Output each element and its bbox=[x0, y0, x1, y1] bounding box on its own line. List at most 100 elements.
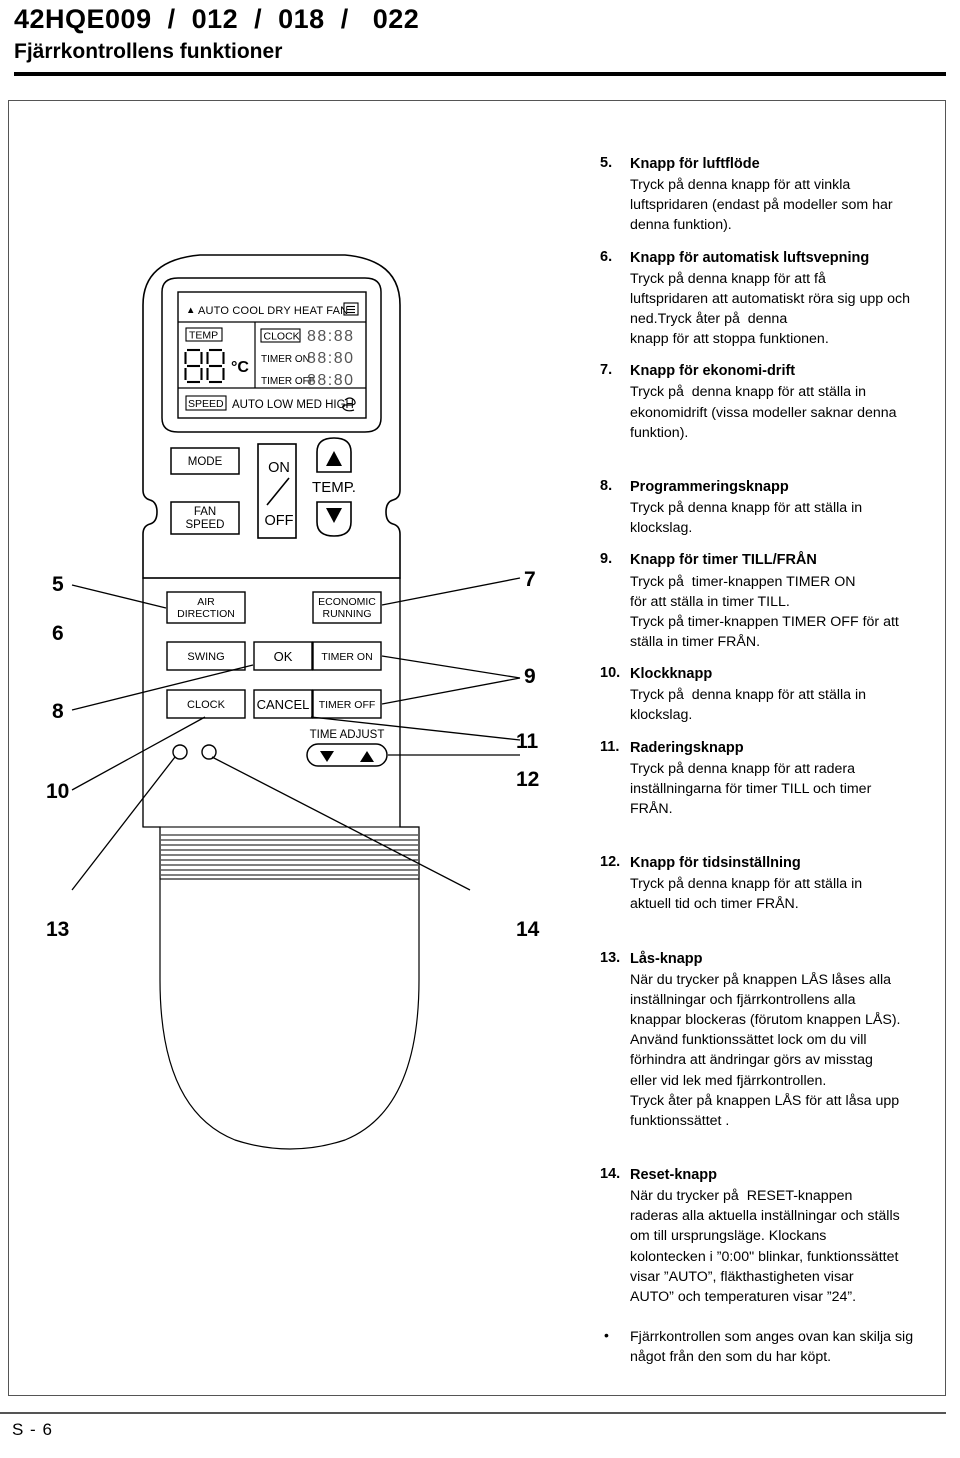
item-body: Tryck på denna knapp för att radera inst… bbox=[630, 760, 872, 817]
bullet-glyph: • bbox=[604, 1327, 609, 1344]
reset-round-button-shape bbox=[201, 744, 217, 760]
temp-up-arrow bbox=[326, 451, 342, 466]
item-title: Knapp för ekonomi-drift bbox=[630, 363, 796, 380]
svg-text:TIMER OFF: TIMER OFF bbox=[319, 699, 376, 711]
svg-text:ECONOMIC: ECONOMIC bbox=[318, 596, 376, 608]
svg-text:TIMER ON: TIMER ON bbox=[321, 651, 372, 663]
item-title: Programmeringsknapp bbox=[630, 478, 789, 495]
item-body: När du trycker på knappen LÅS låses alla… bbox=[630, 971, 901, 1129]
callout-5: 5 bbox=[52, 573, 64, 596]
callout-12: 12 bbox=[516, 768, 540, 791]
svg-text:TEMP: TEMP bbox=[189, 330, 218, 342]
item-body: Tryck på denna knapp för att vinkla luft… bbox=[630, 177, 893, 234]
svg-text:SWING: SWING bbox=[187, 651, 224, 663]
lcd-clock-value: 88:88 bbox=[307, 328, 355, 345]
item-number: 12. bbox=[600, 854, 621, 871]
description-item-13: 13. Lås-knapp När du trycker på knappen … bbox=[600, 950, 946, 1131]
manual-page: 42HQE009 / 012 / 018 / 022 Fjärrkontroll… bbox=[0, 0, 960, 1458]
item-number: 9. bbox=[600, 551, 613, 568]
item-title: Reset-knapp bbox=[630, 1166, 718, 1183]
callout-leader-lines bbox=[71, 577, 521, 891]
mode-button-label: MODE bbox=[188, 456, 223, 468]
svg-text:CLOCK: CLOCK bbox=[264, 331, 300, 343]
svg-text:SPEED: SPEED bbox=[188, 398, 224, 410]
description-item-6: 6. Knapp för automatisk luftsvepning Try… bbox=[600, 249, 946, 350]
callout-6: 6 bbox=[52, 622, 64, 645]
time-adjust-up-arrow bbox=[360, 751, 374, 762]
item-body: När du trycker på RESET-knappen raderas … bbox=[630, 1188, 900, 1305]
svg-text:DIRECTION: DIRECTION bbox=[177, 608, 235, 620]
callout-7: 7 bbox=[524, 568, 536, 591]
description-item-14: 14. Reset-knapp När du trycker på RESET-… bbox=[600, 1166, 946, 1307]
time-adjust-shape bbox=[306, 743, 388, 767]
lcd-timer-off-value: 88:80 bbox=[307, 372, 355, 389]
item-number: 10. bbox=[600, 665, 621, 682]
lcd-clock-label-box: CLOCK bbox=[260, 328, 301, 343]
description-item-12: 12. Knapp för tidsinställning Tryck på d… bbox=[600, 854, 946, 914]
lcd-speed-label-box: SPEED bbox=[185, 395, 227, 411]
svg-text:RUNNING: RUNNING bbox=[323, 608, 372, 620]
callout-10: 10 bbox=[46, 780, 70, 803]
item-title: Knapp för tidsinställning bbox=[630, 855, 801, 872]
callout-13: 13 bbox=[46, 918, 70, 941]
description-item-11: 11. Raderingsknapp Tryck på denna knapp … bbox=[600, 739, 946, 820]
item-title: Lås-knapp bbox=[630, 950, 703, 967]
item-body: Tryck på timer-knappen TIMER ON för att … bbox=[630, 573, 899, 650]
page-model-title: 42HQE009 / 012 / 018 / 022 bbox=[14, 4, 420, 34]
footer-divider bbox=[0, 1412, 946, 1415]
item-body: Tryck på denna knapp för att ställa in e… bbox=[630, 384, 897, 441]
item-title: Knapp för automatisk luftsvepning bbox=[630, 249, 870, 266]
item-title: Klockknapp bbox=[630, 666, 713, 683]
description-item-9: 9. Knapp för timer TILL/FRÅN Tryck på ti… bbox=[600, 551, 946, 652]
item-number: 6. bbox=[600, 248, 613, 265]
page-title: Fjärrkontrollens funktioner bbox=[14, 40, 283, 63]
description-item-5: 5. Knapp för luftflöde Tryck på denna kn… bbox=[600, 155, 946, 236]
item-title: Raderingsknapp bbox=[630, 739, 744, 756]
lcd-mode-list: AUTO COOL DRY HEAT FAN bbox=[198, 305, 348, 317]
item-body: Tryck på denna knapp för att ställa in k… bbox=[630, 687, 867, 724]
page-number: S - 6 bbox=[12, 1420, 53, 1439]
svg-text:ON: ON bbox=[268, 460, 290, 476]
descriptions-column: 5. Knapp för luftflöde Tryck på denna kn… bbox=[600, 155, 946, 1367]
lcd-mode-pointer: ▲ bbox=[186, 305, 195, 316]
svg-text:CLOCK: CLOCK bbox=[187, 699, 226, 711]
svg-text:SPEED: SPEED bbox=[186, 519, 225, 531]
lcd-timer-on-label: TIMER ON bbox=[261, 354, 310, 365]
svg-text:AIR: AIR bbox=[197, 596, 215, 608]
svg-text:OK: OK bbox=[274, 649, 293, 664]
svg-text:FAN: FAN bbox=[194, 506, 216, 518]
svg-text:CANCEL: CANCEL bbox=[257, 697, 310, 712]
callout-14: 14 bbox=[516, 918, 540, 941]
item-number: 13. bbox=[600, 949, 621, 966]
svg-text:OFF: OFF bbox=[265, 513, 294, 529]
item-body: Tryck på denna knapp för att få luftspri… bbox=[630, 270, 910, 348]
note-text: Fjärrkontrollen som anges ovan kan skilj… bbox=[630, 1329, 914, 1366]
item-number: 5. bbox=[600, 155, 613, 171]
time-adjust-label-text: TIME ADJUST bbox=[310, 729, 385, 741]
callout-9: 9 bbox=[524, 665, 536, 688]
item-body: Tryck på denna knapp för att ställa in k… bbox=[630, 500, 863, 537]
item-body: Tryck på denna knapp för att ställa in a… bbox=[630, 876, 863, 913]
header-divider bbox=[14, 72, 946, 76]
item-title: Knapp för luftflöde bbox=[630, 156, 760, 172]
remote-control-diagram: ▲ AUTO COOL DRY HEAT FAN TEMP °C CLOCK 8… bbox=[0, 100, 580, 1200]
lcd-timer-on-value: 88:80 bbox=[307, 350, 355, 367]
item-number: 7. bbox=[600, 362, 613, 379]
description-item-7: 7. Knapp för ekonomi-drift Tryck på denn… bbox=[600, 362, 946, 443]
description-item-8: 8. Programmeringsknapp Tryck på denna kn… bbox=[600, 478, 946, 538]
callout-11: 11 bbox=[516, 730, 539, 753]
lock-round-button-shape bbox=[172, 744, 188, 760]
lcd-temp-label-box: TEMP bbox=[185, 327, 223, 342]
item-number: 14. bbox=[600, 1165, 621, 1182]
note-bullet-item: • Fjärrkontrollen som anges ovan kan ski… bbox=[600, 1327, 946, 1367]
item-number: 11. bbox=[600, 738, 620, 755]
lcd-temp-unit: °C bbox=[231, 359, 249, 376]
description-item-10: 10. Klockknapp Tryck på denna knapp för … bbox=[600, 665, 946, 725]
temp-label-text: TEMP. bbox=[312, 479, 356, 496]
lcd-speed-values: AUTO LOW MED HIGH bbox=[232, 399, 354, 411]
item-title: Knapp för timer TILL/FRÅN bbox=[630, 552, 817, 569]
callout-8: 8 bbox=[52, 700, 64, 723]
